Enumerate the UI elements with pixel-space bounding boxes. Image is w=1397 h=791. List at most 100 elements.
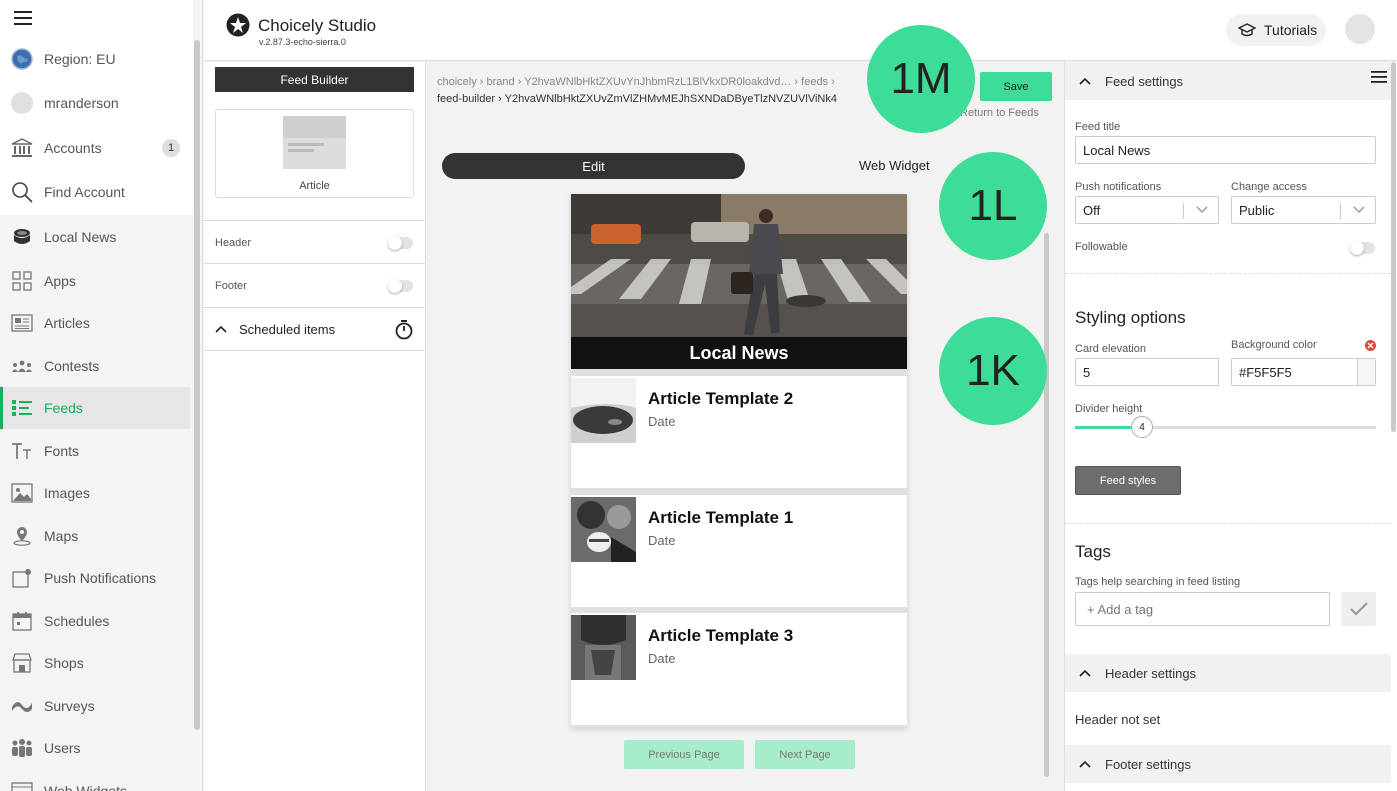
header-settings-header[interactable]: Header settings (1065, 654, 1391, 692)
menu-icon[interactable] (1371, 70, 1387, 84)
article-card[interactable]: Article Template 3 Date (571, 613, 907, 725)
article-thumbnail-icon (283, 116, 346, 169)
footer-settings-title: Footer settings (1105, 756, 1191, 772)
nav-contests[interactable]: Contests (0, 345, 190, 387)
divider-height-slider[interactable]: 4 (1075, 416, 1376, 438)
region-label: Region: EU (44, 51, 116, 67)
nav-shops[interactable]: Shops (0, 642, 190, 684)
nav-articles[interactable]: Articles (0, 302, 190, 344)
nav-feeds-label: Feeds (44, 400, 83, 416)
article-card[interactable]: Article Template 1 Date (571, 495, 907, 607)
select-separator (1183, 203, 1184, 219)
chevron-down-icon (1196, 206, 1208, 214)
feed-settings-header[interactable]: Feed settings (1065, 62, 1391, 100)
color-swatch[interactable] (1357, 359, 1375, 385)
divider (1065, 273, 1391, 274)
slider-handle[interactable]: 4 (1131, 416, 1153, 438)
article-block[interactable]: Article (215, 109, 414, 198)
calendar-icon (0, 611, 44, 631)
timer-icon[interactable] (395, 320, 413, 340)
find-account-label: Find Account (44, 184, 125, 200)
nav-contests-label: Contests (44, 358, 100, 374)
breadcrumb-current[interactable]: feed-builder › Y2hvaWNlbHktZXUvZmVlZHMvM… (437, 91, 837, 108)
footer-toggle[interactable] (388, 278, 413, 293)
current-app-label: Local News (44, 229, 117, 245)
nav-schedules-label: Schedules (44, 613, 110, 629)
bank-icon (0, 138, 44, 158)
clear-color-icon[interactable] (1365, 340, 1376, 351)
tutorials-label: Tutorials (1264, 22, 1318, 38)
nav-feeds[interactable]: Feeds (0, 387, 190, 429)
feed-title-label: Feed title (1075, 121, 1121, 133)
grid-icon (0, 271, 44, 291)
feed-preview: Local News Article Template 2 Date Artic… (571, 194, 907, 727)
users-icon (0, 739, 44, 757)
nav-find-account[interactable]: Find Account (0, 171, 190, 213)
username: mranderson (44, 95, 119, 111)
nav-shops-label: Shops (44, 655, 84, 671)
header-not-set-text: Header not set (1075, 712, 1161, 727)
nav-surveys-label: Surveys (44, 698, 95, 714)
chevron-up-icon (1079, 77, 1091, 85)
next-page-button[interactable]: Next Page (755, 740, 855, 769)
save-button[interactable]: Save (980, 72, 1052, 101)
shop-icon (0, 653, 44, 673)
styling-options-title: Styling options (1075, 308, 1186, 327)
hero-image: Local News (571, 194, 907, 369)
feed-styles-button[interactable]: Feed styles (1075, 466, 1181, 495)
background-color-input[interactable]: #F5F5F5 (1231, 358, 1376, 386)
return-to-feeds-link[interactable]: Return to Feeds (960, 107, 1039, 119)
add-tag-input[interactable] (1075, 592, 1330, 626)
tags-title: Tags (1075, 542, 1111, 561)
nav-push-notifications[interactable]: Push Notifications (0, 557, 190, 599)
nav-web-widgets[interactable]: Web Widgets (0, 770, 190, 791)
footer-settings-header[interactable]: Footer settings (1065, 745, 1391, 783)
nav-fonts[interactable]: Fonts (0, 430, 190, 472)
nav-users[interactable]: Users (0, 727, 190, 769)
article-date: Date (648, 651, 676, 666)
graduation-cap-icon (1238, 23, 1256, 37)
tab-edit[interactable]: Edit (442, 153, 745, 179)
nav-apps[interactable]: Apps (0, 260, 190, 302)
nav-web-widgets-label: Web Widgets (44, 783, 127, 791)
confirm-tag-button[interactable] (1341, 592, 1376, 626)
nav-maps[interactable]: Maps (0, 515, 190, 557)
preview-scrollbar[interactable] (1044, 233, 1049, 777)
card-elevation-input[interactable]: 5 (1075, 358, 1219, 386)
user-profile[interactable]: mranderson (0, 82, 190, 124)
feed-builder-button[interactable]: Feed Builder (215, 67, 414, 92)
settings-scrollbar[interactable] (1391, 62, 1396, 432)
globe-icon (0, 48, 44, 70)
map-pin-icon (0, 526, 44, 546)
nav-accounts[interactable]: Accounts 1 (0, 127, 190, 169)
scheduled-items-row[interactable]: Scheduled items (204, 307, 425, 351)
nav-fonts-label: Fonts (44, 443, 80, 459)
tutorials-button[interactable]: Tutorials (1226, 14, 1326, 46)
avatar[interactable] (1345, 14, 1375, 44)
nav-schedules[interactable]: Schedules (0, 600, 190, 642)
nav-surveys[interactable]: Surveys (0, 685, 190, 727)
feed-title-input[interactable]: Local News (1075, 136, 1376, 164)
previous-page-button[interactable]: Previous Page (624, 740, 744, 769)
notification-icon (0, 568, 44, 588)
scheduled-items-label: Scheduled items (239, 321, 336, 337)
region-selector[interactable]: Region: EU (0, 38, 190, 80)
nav-users-label: Users (44, 740, 81, 756)
search-icon (0, 181, 44, 203)
tab-web-widget[interactable]: Web Widget (859, 158, 930, 173)
followable-toggle[interactable] (1350, 241, 1375, 255)
nav-scrollbar[interactable] (194, 40, 200, 730)
article-card[interactable]: Article Template 2 Date (571, 376, 907, 488)
nav-images[interactable]: Images (0, 472, 190, 514)
choicely-logo-icon (226, 13, 250, 37)
breadcrumb-path[interactable]: choicely › brand › Y2hvaWNlbHktZXUvYnJhb… (437, 74, 837, 91)
divider (1065, 523, 1391, 524)
header-toggle[interactable] (388, 235, 413, 250)
nav-current-app[interactable]: Local News (0, 216, 190, 258)
article-thumbnail (571, 497, 636, 562)
change-access-select[interactable]: Public (1231, 196, 1376, 224)
menu-icon[interactable] (14, 10, 32, 26)
push-notifications-select[interactable]: Off (1075, 196, 1219, 224)
article-title: Article Template 2 (648, 389, 794, 408)
chevron-up-icon (1079, 760, 1091, 768)
